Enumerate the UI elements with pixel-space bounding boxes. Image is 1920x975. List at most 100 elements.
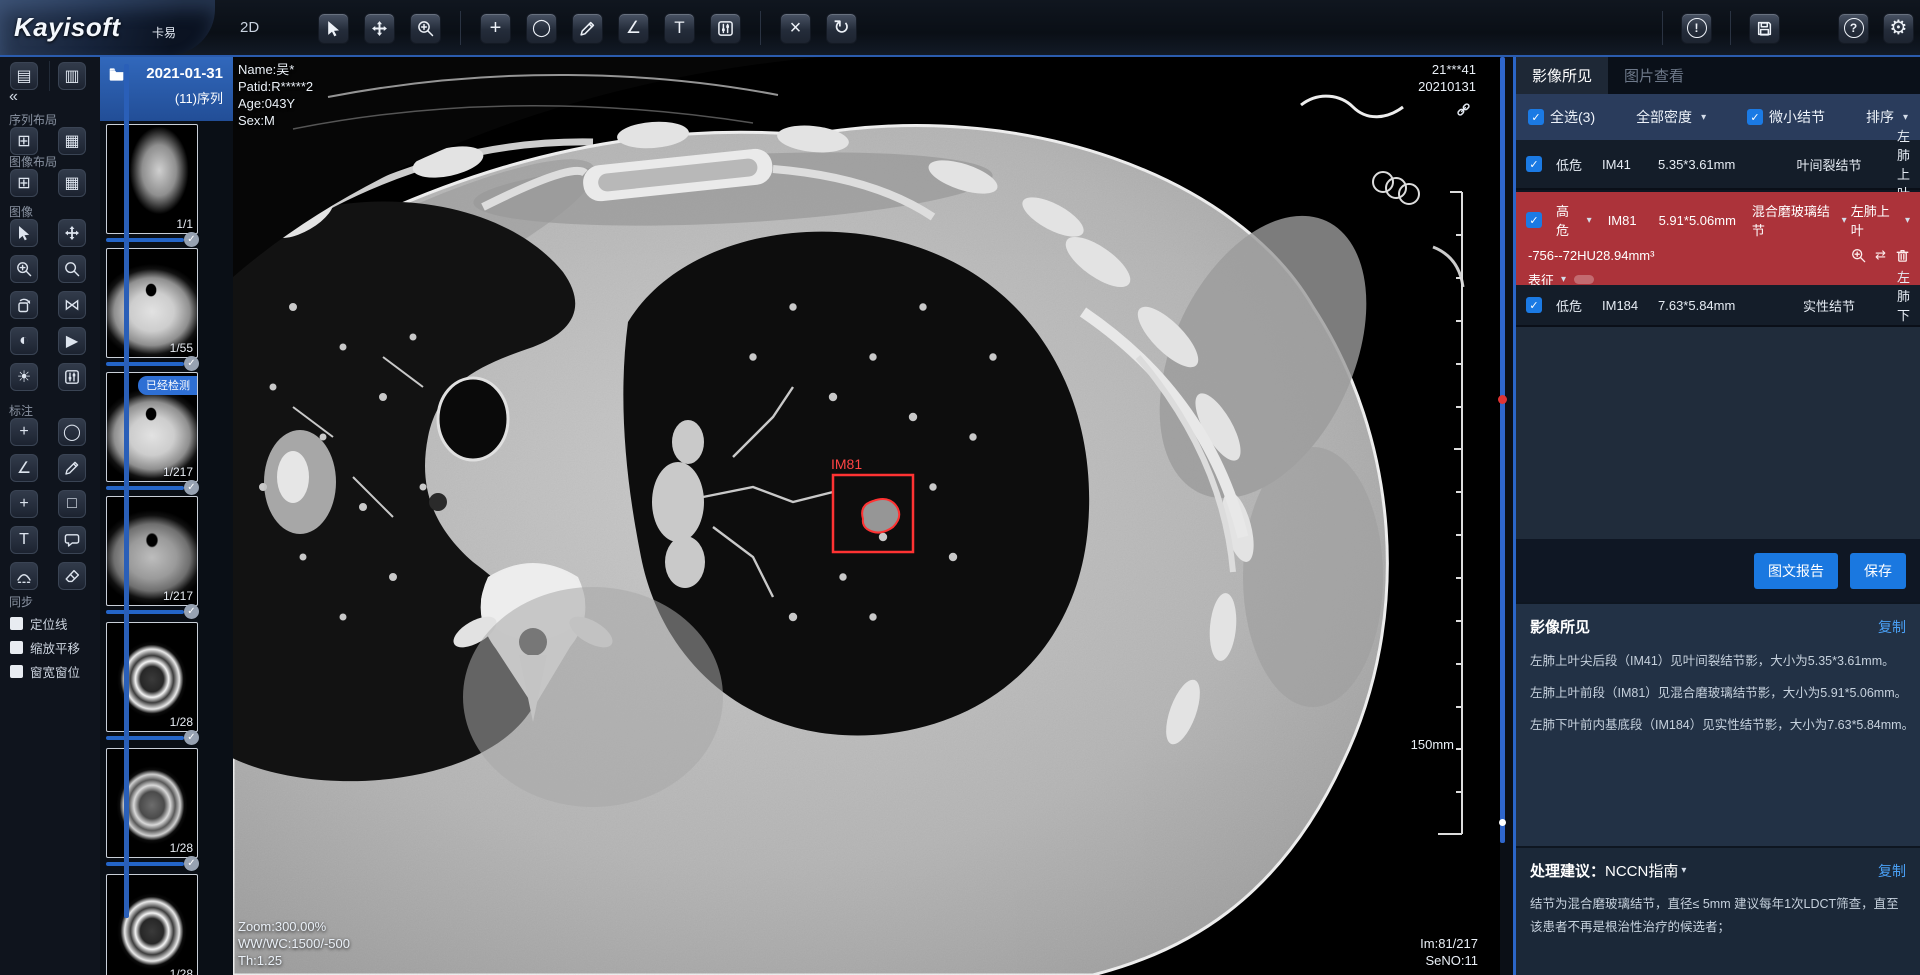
select-all-checkbox[interactable]: ✓ — [1528, 109, 1544, 125]
series-grid-2x2-button[interactable]: ⊞ — [10, 127, 38, 155]
nodule-row-im184[interactable]: ✓ 低危 IM184 7.63*5.84mm 实性结节 左肺下叶 — [1516, 285, 1920, 327]
copy-suggestion-link[interactable]: 复制 — [1878, 861, 1906, 881]
series-thumbnail-4[interactable]: 1/217 — [106, 496, 198, 606]
eraser-icon — [64, 568, 80, 584]
checkbox-unchecked[interactable] — [10, 665, 23, 678]
cursor-tool-button[interactable] — [318, 13, 349, 44]
sync-localizer-row[interactable]: 定位线 — [0, 614, 110, 633]
nodule-row-im41[interactable]: ✓ 低危 IM41 5.35*3.61mm 叶间裂结节 左肺上叶 — [1516, 140, 1920, 190]
feature-toggle[interactable] — [1574, 275, 1594, 284]
zoom-in-tool-button[interactable] — [10, 255, 38, 283]
levels-icon — [717, 20, 734, 37]
zoom-to-nodule-icon[interactable] — [1851, 248, 1866, 263]
nodule-lobe-dropdown[interactable]: 左肺上叶 — [1851, 201, 1898, 239]
ellipse-annotation-button[interactable]: ◯ — [58, 418, 86, 446]
angle-tool-button[interactable]: ∠ — [618, 13, 649, 44]
save-image-button[interactable] — [1749, 13, 1780, 44]
nodule-checkbox[interactable]: ✓ — [1526, 156, 1542, 172]
image-grid-3x3-button[interactable]: ▦ — [58, 169, 86, 197]
tab-image-view[interactable]: 图片查看 — [1608, 57, 1700, 94]
guideline-dropdown[interactable]: NCCN指南 — [1605, 860, 1678, 881]
select-all-label[interactable]: 全选(3) — [1550, 107, 1595, 127]
pencil-annotation-button[interactable] — [58, 454, 86, 482]
eraser-annotation-button[interactable] — [58, 562, 86, 590]
nodule-row-im81-selected[interactable]: ✓ 高危 ▾ IM81 5.91*5.06mm 混合磨玻璃结节 ▾ 左肺上叶 ▾… — [1516, 192, 1920, 285]
cursor-icon — [325, 20, 342, 37]
window-level-tool-button[interactable] — [710, 13, 741, 44]
pan-tool-button[interactable] — [58, 219, 86, 247]
layout-panel-button[interactable]: ▥ — [58, 62, 86, 90]
trash-icon[interactable] — [1895, 248, 1910, 263]
series-thumbnail-1[interactable]: 1/1 — [106, 124, 198, 234]
slice-scrollbar[interactable] — [1500, 57, 1505, 843]
ct-image: IM81 — [233, 57, 1500, 975]
magnify-tool-button[interactable] — [58, 255, 86, 283]
invert-tool-button[interactable]: ◐ — [10, 327, 38, 355]
collapse-sidebar-button[interactable]: « — [0, 88, 109, 106]
nodule-position-marker[interactable] — [1498, 395, 1507, 404]
text-annotation-button[interactable]: T — [10, 526, 38, 554]
series-thumbnail-3[interactable]: 已经检测 1/217 — [106, 372, 198, 482]
series-thumbnail-2[interactable]: 1/55 — [106, 248, 198, 358]
checkbox-unchecked[interactable] — [10, 617, 23, 630]
series-grid-3x3-button[interactable]: ▦ — [58, 127, 86, 155]
text-tool-button[interactable]: T — [664, 13, 695, 44]
series-thumbnail-panel: 2021-01-31 (11)序列 1/1 ✓ 1/55 ✓ 已经检测 1/21… — [100, 57, 233, 975]
micro-nodule-checkbox[interactable]: ✓ — [1747, 109, 1763, 125]
zoom-tool-button[interactable] — [410, 13, 441, 44]
image-grid-2x2-button[interactable]: ⊞ — [10, 169, 38, 197]
measure-tool-button[interactable] — [572, 13, 603, 44]
reset-view-button[interactable]: ↻ — [826, 13, 857, 44]
image-tools-row-2 — [0, 255, 110, 283]
compare-icon[interactable]: ⇄ — [1875, 247, 1886, 263]
ellipse-tool-button[interactable]: ◯ — [526, 13, 557, 44]
copy-findings-link[interactable]: 复制 — [1878, 617, 1906, 637]
series-thumbnail-5[interactable]: 1/28 — [106, 622, 198, 732]
tab-findings[interactable]: 影像所见 — [1516, 57, 1608, 94]
micro-nodule-label[interactable]: 微小结节 — [1769, 107, 1825, 127]
sync-zoom-pan-row[interactable]: 缩放平移 — [0, 638, 110, 657]
ct-viewport[interactable]: IM81 Name:吴* Patid:R*****2 Age:043Y Sex:… — [233, 57, 1500, 975]
cursor-icon — [16, 225, 32, 241]
report-button[interactable]: 图文报告 — [1754, 553, 1838, 589]
study-date-header[interactable]: 2021-01-31 (11)序列 — [100, 57, 233, 121]
findings-section: 影像所见 复制 左肺上叶尖后段（IM41）见叶间裂结节影，大小为5.35*3.6… — [1516, 604, 1920, 846]
rectangle-annotation-button[interactable]: □ — [58, 490, 86, 518]
nodule-checkbox[interactable]: ✓ — [1526, 212, 1542, 228]
flip-tool-button[interactable]: ⋈ — [58, 291, 86, 319]
sync-window-row[interactable]: 窗宽窗位 — [0, 662, 110, 681]
density-filter-dropdown[interactable]: 全部密度 — [1636, 107, 1692, 127]
window-level-tool-button[interactable] — [58, 363, 86, 391]
checkbox-unchecked[interactable] — [10, 641, 23, 654]
angle-annotation-button[interactable]: ∠ — [10, 454, 38, 482]
risk-level-dropdown[interactable]: 高危 — [1556, 201, 1580, 239]
comment-annotation-button[interactable] — [58, 526, 86, 554]
probe-tool-button[interactable]: + — [480, 13, 511, 44]
sort-dropdown[interactable]: 排序 — [1866, 107, 1894, 127]
series-thumbnail-7[interactable]: 1/28 — [106, 874, 198, 975]
plus-annotation-button[interactable]: + — [10, 490, 38, 518]
thumb-progress-bar — [106, 362, 184, 366]
alert-icon: ! — [1687, 18, 1707, 38]
toolbar-divider — [460, 11, 461, 45]
scroll-thumb-marker[interactable] — [1499, 819, 1506, 826]
help-button[interactable]: ? — [1838, 13, 1869, 44]
pencil-icon — [64, 460, 80, 476]
series-panel-button[interactable]: ▤ — [10, 62, 38, 90]
delete-annotation-button[interactable]: × — [780, 13, 811, 44]
curve-annotation-button[interactable] — [10, 562, 38, 590]
crosshair-annotation-button[interactable]: + — [10, 418, 38, 446]
nodule-checkbox[interactable]: ✓ — [1526, 297, 1542, 313]
pan-tool-button[interactable] — [364, 13, 395, 44]
nodule-type-dropdown[interactable]: 混合磨玻璃结节 — [1752, 201, 1835, 239]
alert-button[interactable]: ! — [1681, 13, 1712, 44]
series-scrollbar[interactable] — [124, 64, 129, 918]
link-icon[interactable] — [1455, 101, 1472, 118]
brightness-tool-button[interactable]: ☀ — [10, 363, 38, 391]
save-button[interactable]: 保存 — [1850, 553, 1906, 589]
series-thumbnail-6[interactable]: 1/28 — [106, 748, 198, 858]
cine-play-button[interactable]: ▶ — [58, 327, 86, 355]
cursor-tool-button[interactable] — [10, 219, 38, 247]
settings-button[interactable]: ⚙ — [1883, 13, 1914, 44]
rotate-tool-button[interactable] — [10, 291, 38, 319]
